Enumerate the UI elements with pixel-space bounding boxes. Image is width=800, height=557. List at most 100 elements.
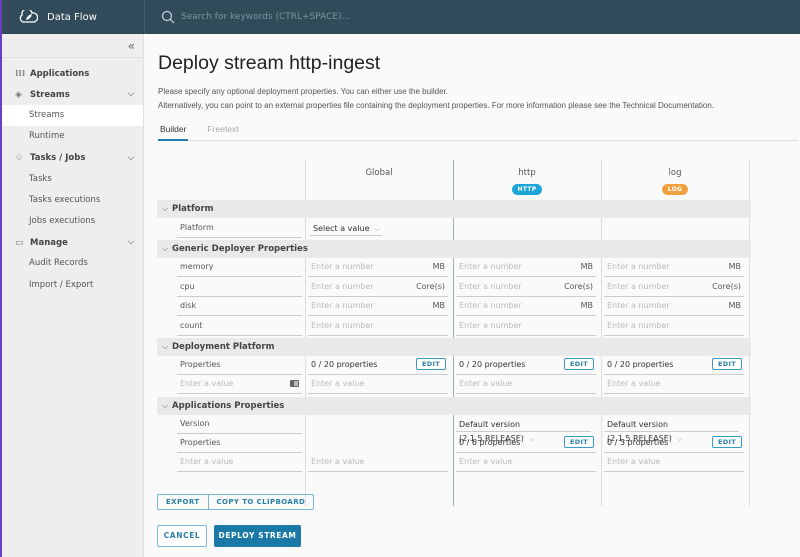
tab-bar: Builder Freetext	[158, 124, 798, 141]
unit-label: MB	[580, 301, 593, 310]
column-header-http: http HTTP	[453, 168, 601, 195]
version-label: Version	[177, 415, 302, 434]
edit-button[interactable]: EDIT	[416, 358, 446, 370]
http-app-properties: 0 / 6 properties EDIT	[456, 434, 596, 453]
briefcase-icon: ▭	[15, 237, 24, 248]
sidebar-item-audit-records[interactable]: Audit Records	[2, 253, 143, 274]
global-count-input[interactable]: Enter a number	[308, 317, 448, 336]
sidebar-item-import-export[interactable]: Import / Export	[2, 275, 143, 296]
unit-label: MB	[728, 301, 741, 310]
deploy-properties-label: Properties	[177, 356, 302, 375]
export-button[interactable]: EXPORT	[158, 495, 208, 509]
cancel-button[interactable]: CANCEL	[157, 525, 207, 547]
chevron-down-icon: ⌵	[162, 401, 169, 410]
unit-label: MB	[432, 262, 445, 271]
column-header-global: Global	[365, 168, 393, 178]
generic-label-cpu: cpu	[177, 278, 302, 297]
search-input[interactable]: Search for keywords (CTRL+SPACE)...	[181, 12, 350, 22]
log-version-select[interactable]: Default version (2.1.5.RELEASE) ⌵	[604, 418, 739, 443]
log-app-value-input[interactable]: Enter a value	[604, 453, 744, 472]
global-disk-input[interactable]: Enter a number MB	[308, 297, 448, 316]
global-app-value-input[interactable]: Enter a value	[308, 453, 448, 472]
sidebar-group-manage[interactable]: ▭ Manage ⌵	[2, 232, 143, 253]
global-deploy-properties: 0 / 20 properties EDIT	[308, 356, 448, 375]
chevron-down-icon: ⌵	[162, 342, 169, 351]
global-deploy-value-input[interactable]: Enter a value	[308, 375, 448, 394]
description-line-2: Alternatively, you can point to an exter…	[158, 101, 715, 110]
generic-label-disk: disk	[177, 297, 302, 316]
http-deploy-value-input[interactable]: Enter a value	[456, 375, 596, 394]
tab-freetext[interactable]: Freetext	[205, 124, 240, 141]
sidebar-group-tasks-jobs[interactable]: ♧ Tasks / Jobs ⌵	[2, 148, 143, 169]
unit-label: MB	[728, 262, 741, 271]
id-card-icon[interactable]	[290, 380, 299, 387]
log-cpu-input[interactable]: Enter a number Core(s)	[604, 278, 744, 297]
section-applications-properties[interactable]: ⌵ Applications Properties	[157, 397, 751, 415]
log-deploy-properties: 0 / 20 properties EDIT	[604, 356, 744, 375]
chevron-down-icon: ⌵	[128, 237, 135, 247]
global-cpu-input[interactable]: Enter a number Core(s)	[308, 278, 448, 297]
edit-button[interactable]: EDIT	[564, 358, 594, 370]
log-deploy-value-input[interactable]: Enter a value	[604, 375, 744, 394]
unit-label: Core(s)	[564, 281, 593, 291]
platform-label: Platform	[177, 219, 302, 238]
chevron-down-icon: ⌵	[162, 244, 169, 253]
log-app-properties: 0 / 3 properties EDIT	[604, 434, 744, 453]
deploy-stream-button[interactable]: DEPLOY STREAM	[214, 525, 301, 547]
http-app-value-input[interactable]: Enter a value	[456, 453, 596, 472]
http-disk-input[interactable]: Enter a number MB	[456, 297, 596, 316]
edit-button[interactable]: EDIT	[712, 358, 742, 370]
streams-icon: ◈	[15, 89, 22, 100]
grid-icon: ⁞⁞⁞	[15, 68, 26, 79]
app-key-input[interactable]: Enter a value	[177, 453, 302, 472]
http-version-select[interactable]: Default version (2.1.5.RELEASE) ⌵	[456, 418, 591, 443]
log-disk-input[interactable]: Enter a number MB	[604, 297, 744, 316]
sidebar-item-tasks[interactable]: Tasks	[2, 169, 143, 190]
http-count-input[interactable]: Enter a number	[456, 317, 596, 336]
section-deployment-platform[interactable]: ⌵ Deployment Platform	[157, 338, 751, 356]
section-generic-deployer[interactable]: ⌵ Generic Deployer Properties	[157, 240, 751, 258]
sidebar-group-streams[interactable]: ◈ Streams ⌵	[2, 84, 143, 105]
http-memory-input[interactable]: Enter a number MB	[456, 258, 596, 277]
section-platform[interactable]: ⌵ Platform	[157, 200, 751, 218]
app-title: Data Flow	[47, 11, 97, 23]
sidebar-item-jobs-executions[interactable]: Jobs executions	[2, 211, 143, 232]
global-memory-input[interactable]: Enter a number MB	[308, 258, 448, 277]
generic-label-count: count	[177, 317, 302, 336]
collapse-sidebar-icon[interactable]: «	[2, 34, 143, 58]
search-box[interactable]: Search for keywords (CTRL+SPACE)...	[145, 10, 350, 24]
tab-builder[interactable]: Builder	[158, 124, 189, 141]
edit-button[interactable]: EDIT	[712, 436, 742, 448]
platform-select[interactable]: Select a value ⌵	[310, 222, 382, 236]
unit-label: MB	[432, 301, 445, 310]
http-cpu-input[interactable]: Enter a number Core(s)	[456, 278, 596, 297]
sidebar-item-runtime[interactable]: Runtime	[2, 126, 143, 147]
generic-label-memory: memory	[177, 258, 302, 277]
description-line-1: Please specify any optional deployment p…	[158, 87, 448, 96]
log-count-input[interactable]: Enter a number	[604, 317, 744, 336]
log-memory-input[interactable]: Enter a number MB	[604, 258, 744, 277]
sidebar: « ⁞⁞⁞ Applications ◈ Streams ⌵ Streams Runt…	[2, 34, 144, 557]
search-icon	[161, 10, 175, 24]
copy-to-clipboard-button[interactable]: COPY TO CLIPBOARD	[207, 495, 314, 509]
brand[interactable]: Data Flow	[0, 0, 145, 34]
sidebar-group-applications[interactable]: ⁞⁞⁞ Applications	[2, 63, 143, 84]
sidebar-item-streams[interactable]: Streams	[2, 105, 143, 127]
main-content: Deploy stream http-ingest Please specify…	[145, 34, 800, 557]
export-button-group: EXPORT COPY TO CLIPBOARD	[157, 494, 315, 510]
chevron-down-icon: ⌵	[128, 152, 135, 162]
chevron-down-icon: ⌵	[162, 204, 169, 213]
unit-label: Core(s)	[712, 281, 741, 291]
unit-label: Core(s)	[416, 281, 445, 291]
tasks-icon: ♧	[15, 153, 24, 164]
chevron-down-icon: ⌵	[374, 225, 380, 233]
cloud-leaf-logo-icon	[19, 10, 38, 23]
log-badge: LOG	[661, 184, 689, 195]
sidebar-item-tasks-executions[interactable]: Tasks executions	[2, 190, 143, 211]
window-edge	[0, 0, 2, 557]
column-header-log: log LOG	[601, 168, 749, 195]
edit-button[interactable]: EDIT	[564, 436, 594, 448]
deploy-key-input[interactable]: Enter a value	[177, 375, 302, 394]
unit-label: MB	[580, 262, 593, 271]
http-deploy-properties: 0 / 20 properties EDIT	[456, 356, 596, 375]
